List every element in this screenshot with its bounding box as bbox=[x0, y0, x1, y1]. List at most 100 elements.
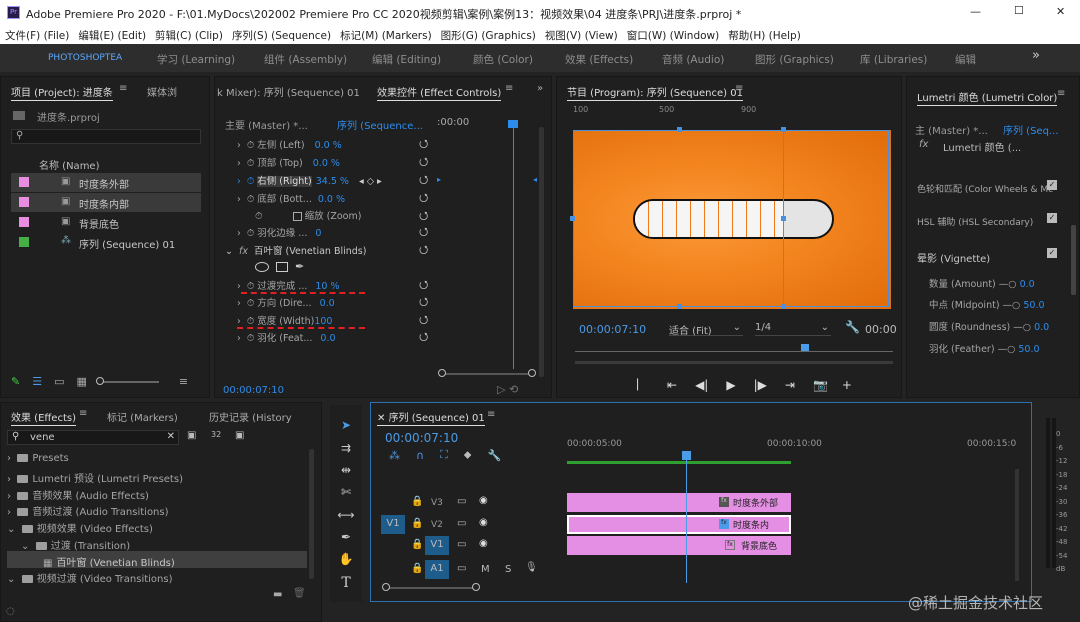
sync-icon[interactable]: ▭ bbox=[457, 518, 466, 529]
reset-icon[interactable]: ⭯ bbox=[419, 153, 428, 172]
minimize-button[interactable]: — bbox=[970, 5, 981, 18]
timeline-vscroll[interactable] bbox=[1015, 469, 1019, 581]
vignette-param-roundness[interactable]: 圆度 (Roundness) —○ 0.0 bbox=[929, 319, 1049, 333]
workspace-editing[interactable]: 编辑 (Editing) bbox=[372, 52, 441, 67]
property-row-transition-completion[interactable]: › ⏱ 过渡完成 ... 10 % bbox=[237, 278, 340, 292]
reset-icon[interactable]: ⭯ bbox=[419, 293, 428, 312]
project-item-row[interactable]: ⁂ 序列 (Sequence) 01 bbox=[11, 233, 201, 252]
workspace-more-button[interactable]: » bbox=[1032, 48, 1040, 63]
tab-project[interactable]: 项目 (Project): 进度条 bbox=[11, 84, 113, 101]
track-select-tool-icon[interactable]: ⇉ bbox=[336, 441, 356, 459]
export-frame-icon[interactable]: 📷 bbox=[813, 378, 828, 392]
lumetri-menu-icon[interactable]: ≡ bbox=[1057, 88, 1065, 99]
timeline-zoom-scroll[interactable] bbox=[382, 583, 480, 591]
keyframe-marker[interactable]: ◂ bbox=[533, 175, 537, 184]
linked-selection-icon[interactable]: ⛶ bbox=[440, 448, 448, 462]
reset-icon[interactable]: ⭯ bbox=[419, 241, 428, 260]
lumetri-effect-select[interactable]: Lumetri 颜色 (... bbox=[943, 139, 1021, 154]
ellipse-mask-icon[interactable] bbox=[255, 261, 269, 272]
ripple-edit-tool-icon[interactable]: ⇹ bbox=[336, 463, 356, 481]
program-menu-icon[interactable]: ≡ bbox=[735, 83, 743, 94]
name-column-header[interactable]: 名称 (Name) bbox=[39, 157, 99, 172]
ec-playhead[interactable] bbox=[513, 121, 514, 369]
type-tool-icon[interactable]: T bbox=[336, 575, 356, 593]
menu-markers[interactable]: 标记(M) (Markers) bbox=[340, 28, 432, 43]
lock-icon[interactable]: 🔒 bbox=[411, 539, 423, 550]
zoom-slider[interactable] bbox=[95, 376, 159, 385]
tab-markers[interactable]: 标记 (Markers) bbox=[107, 409, 178, 424]
menu-clip[interactable]: 剪辑(C) (Clip) bbox=[155, 28, 223, 43]
lumetri-master-select[interactable]: 主 (Master) *... bbox=[915, 122, 988, 137]
lock-icon[interactable]: 🔒 bbox=[411, 496, 423, 507]
clip-v2[interactable]: fx 时度条内 bbox=[567, 515, 791, 534]
property-row-width[interactable]: › ⏱ 宽度 (Width)100 bbox=[237, 313, 332, 327]
clip-v3[interactable]: fx 时度条外部 bbox=[567, 493, 791, 512]
lumetri-scrollbar[interactable] bbox=[1071, 225, 1076, 295]
ec-zoom-scroll[interactable] bbox=[438, 369, 536, 377]
tree-item[interactable]: › Lumetri 预设 (Lumetri Presets) bbox=[7, 470, 183, 485]
property-row-feather[interactable]: › ⏱ 羽化边缘 ... 0 bbox=[237, 225, 321, 239]
workspace-color[interactable]: 颜色 (Color) bbox=[473, 52, 533, 67]
snap-icon[interactable]: ∩ bbox=[416, 449, 424, 462]
work-area-bar[interactable] bbox=[567, 461, 791, 464]
close-icon[interactable]: ✕ bbox=[377, 413, 389, 424]
lock-icon[interactable]: 🔒 bbox=[411, 563, 423, 574]
expand-panels-icon[interactable]: » bbox=[537, 83, 543, 94]
stopwatch-icon[interactable]: › ⏱ bbox=[237, 140, 257, 151]
mute-button[interactable]: M bbox=[481, 564, 490, 575]
workspace-photoshoptea[interactable]: PHOTOSHOPTEA bbox=[48, 53, 122, 63]
transform-handle[interactable] bbox=[781, 304, 786, 309]
microphone-icon[interactable]: 🎙 bbox=[525, 562, 538, 573]
selection-tool-icon[interactable]: ➤ bbox=[336, 418, 356, 436]
menu-window[interactable]: 窗口(W) (Window) bbox=[627, 28, 720, 43]
reset-icon[interactable]: ⭯ bbox=[419, 223, 428, 242]
project-search-input[interactable]: ⚲ bbox=[11, 129, 201, 144]
go-to-in-icon[interactable]: ⇤ bbox=[667, 378, 677, 392]
chevron-down-icon[interactable]: ⌄ bbox=[225, 246, 239, 257]
clear-search-icon[interactable]: ✕ bbox=[167, 431, 175, 442]
solo-button[interactable]: S bbox=[505, 564, 511, 575]
master-clip-select[interactable]: 主要 (Master) *... bbox=[225, 117, 308, 132]
program-playhead[interactable] bbox=[801, 344, 809, 351]
workspace-assembly[interactable]: 组件 (Assembly) bbox=[264, 52, 347, 67]
stopwatch-icon[interactable]: › ⏱ bbox=[237, 298, 257, 309]
vignette-param-feather[interactable]: 羽化 (Feather) —○ 50.0 bbox=[929, 341, 1040, 355]
sync-icon[interactable]: ▭ bbox=[457, 496, 466, 507]
transform-handle[interactable] bbox=[781, 127, 786, 132]
tab-program[interactable]: 节目 (Program): 序列 (Sequence) 01 bbox=[567, 84, 743, 101]
go-to-out-icon[interactable]: ⇥ bbox=[785, 378, 795, 392]
freeform-view-icon[interactable]: ▦ bbox=[77, 375, 87, 388]
timeline-timecode[interactable]: 00:00:07:10 bbox=[385, 431, 458, 445]
value-width[interactable]: 100 bbox=[314, 316, 332, 327]
value-feather[interactable]: 0 bbox=[315, 228, 321, 239]
vignette-param-midpoint[interactable]: 中点 (Midpoint) —○ 50.0 bbox=[929, 297, 1045, 311]
tree-item[interactable]: › 音频过渡 (Audio Transitions) bbox=[7, 503, 169, 518]
effects-scrollbar[interactable] bbox=[309, 449, 314, 579]
tree-item[interactable]: ⌄ 视频效果 (Video Effects) bbox=[7, 520, 153, 535]
stopwatch-icon[interactable]: › ⏱ bbox=[237, 281, 257, 292]
stopwatch-icon[interactable]: › ⏱ bbox=[237, 176, 257, 187]
track-label[interactable]: A1 bbox=[425, 560, 449, 579]
value-transition-completion[interactable]: 10 % bbox=[315, 281, 339, 292]
menu-help[interactable]: 帮助(H) (Help) bbox=[728, 28, 801, 43]
reset-icon[interactable]: ⭯ bbox=[419, 135, 428, 154]
sequence-clip-select[interactable]: 序列 (Sequence... bbox=[337, 117, 423, 132]
menu-edit[interactable]: 编辑(E) (Edit) bbox=[78, 28, 146, 43]
project-item-row[interactable]: ▣ 时度条内部 bbox=[11, 193, 201, 212]
reset-icon[interactable]: ⭯ bbox=[419, 189, 428, 208]
accelerated-effects-icon[interactable]: ▣ bbox=[187, 430, 196, 441]
menu-graphics[interactable]: 图形(G) (Graphics) bbox=[441, 28, 536, 43]
slip-tool-icon[interactable]: ⟷ bbox=[336, 508, 356, 526]
project-tab-menu-icon[interactable]: ≡ bbox=[119, 83, 127, 94]
transform-handle[interactable] bbox=[677, 304, 682, 309]
sync-icon[interactable]: ▭ bbox=[457, 563, 466, 574]
tree-item[interactable]: ⌄ 过渡 (Transition) bbox=[21, 537, 130, 552]
keyframe-marker[interactable]: ▸ bbox=[437, 175, 441, 184]
timeline-settings-icon[interactable]: 🔧 bbox=[487, 449, 501, 462]
stopwatch-icon[interactable]: › ⏱ bbox=[237, 316, 257, 327]
tab-media-browser[interactable]: 媒体浏 bbox=[147, 84, 177, 99]
value-top[interactable]: 0.0 % bbox=[313, 158, 340, 169]
property-row-left[interactable]: › ⏱ 左侧 (Left) 0.0 % bbox=[237, 137, 342, 151]
reset-icon[interactable]: ⭯ bbox=[419, 328, 428, 347]
tab-sequence-timeline[interactable]: ✕ 序列 (Sequence) 01 bbox=[377, 409, 485, 426]
